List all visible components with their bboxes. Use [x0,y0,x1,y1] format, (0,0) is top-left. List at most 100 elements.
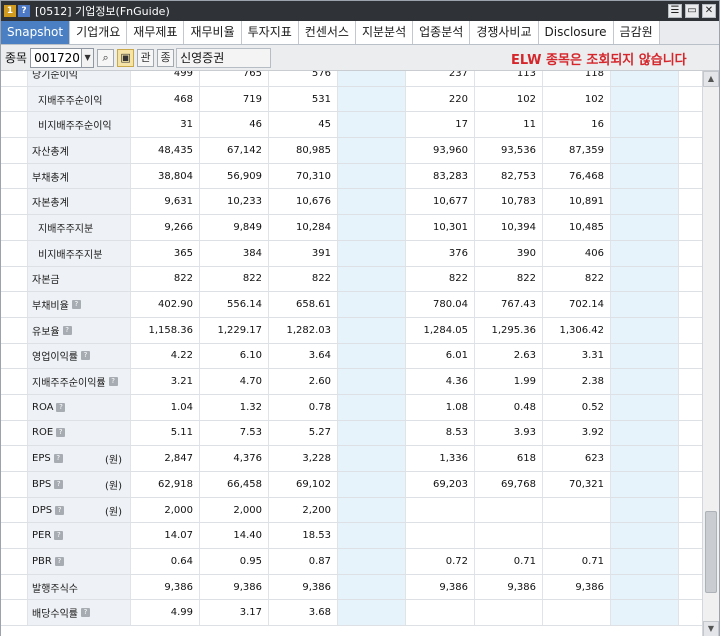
tab-3[interactable]: 재무비율 [184,21,242,44]
row-label-cell: DPS? (원) [28,497,131,523]
table-row: 영업이익률? 4.22 6.10 3.64 6.01 2.63 3.31 [1,343,702,370]
cell-value: 765 [242,71,262,79]
table-cell [406,523,475,549]
tab-5[interactable]: 컨센서스 [298,21,356,44]
table-cell [338,343,406,369]
scroll-down-icon[interactable]: ▼ [703,621,719,636]
table-cell: 4.99 [131,600,200,626]
table-cell: 102 [475,86,543,112]
table-cell [611,446,679,471]
cell-value: 66,458 [227,478,262,490]
info-icon[interactable]: ? [56,402,66,412]
cell-value: 1,284.05 [423,324,468,336]
row-label: 지배주주지분 [38,215,93,240]
table-cell [338,523,406,549]
tab-6[interactable]: 지분분석 [355,21,414,44]
table-cell: 0.71 [475,549,543,574]
table-cell: 80,985 [269,138,338,163]
table-row: 부채비율? 402.90 556.14 658.61 780.04 767.43 702.1… [1,292,702,318]
row-label: 부채비율? [32,292,81,317]
cell-value: 780.04 [433,299,468,311]
info-icon[interactable]: ? [54,479,64,489]
help-icon[interactable]: ? [18,5,30,17]
table-cell: 10,676 [269,189,338,215]
folder-icon[interactable]: ▣ [117,48,135,67]
info-icon[interactable]: ? [54,556,64,566]
tab-2[interactable]: 재무제표 [127,21,185,44]
chevron-down-icon[interactable]: ▼ [82,47,95,68]
tab-10[interactable]: 금감원 [613,21,660,44]
vertical-scrollbar[interactable]: ▲ ▼ [702,71,719,636]
row-label: ROA? [32,395,66,420]
row-gutter [1,86,28,112]
scroll-up-icon[interactable]: ▲ [703,71,719,87]
table-cell: 1,284.05 [406,317,475,343]
info-icon[interactable]: ? [108,377,118,387]
cell-value: 10,783 [501,196,536,208]
table-cell: 1.99 [475,369,543,394]
table-cell [543,523,611,549]
table-cell [475,523,543,549]
row-label-cell: 지배주주순이익률? [28,369,131,394]
table-cell [611,71,679,86]
info-icon[interactable]: ? [81,351,90,361]
cell-value: 18.53 [302,530,331,542]
tab-9[interactable]: Disclosure [538,21,614,44]
cell-value: 390 [516,247,536,259]
cell-value [611,71,678,86]
cell-value [611,498,678,523]
scroll-thumb[interactable] [705,511,717,593]
row-gutter [1,420,28,446]
row-gutter [1,215,28,240]
cell-value [611,549,678,574]
table-cell [338,369,406,394]
table-cell: 822 [543,266,611,292]
tab-7[interactable]: 업종분석 [413,21,471,44]
cell-value: 822 [242,273,262,285]
table-cell: 1,158.36 [131,317,200,343]
stock-type-button[interactable]: 종 [157,48,175,67]
info-icon[interactable]: ? [71,300,81,310]
table-cell: 384 [200,240,269,266]
table-cell: 702.14 [543,292,611,317]
table-cell: 62,918 [131,472,200,497]
table-cell: 10,233 [200,189,269,215]
cell-value: 468 [173,93,193,105]
table-cell [338,394,406,420]
cell-value [611,318,678,343]
tab-4[interactable]: 투자지표 [241,21,299,44]
tab-0[interactable]: Snapshot [1,21,71,44]
cell-value: 5.27 [308,427,331,439]
menu-button[interactable]: ☰ [668,4,682,18]
row-label-cell: 유보율? [28,317,131,343]
close-button[interactable]: ✕ [702,4,716,18]
table-cell [338,472,406,497]
info-icon[interactable]: ? [62,325,72,335]
info-icon[interactable]: ? [81,608,90,618]
info-icon[interactable]: ? [56,428,66,438]
table-cell: 69,203 [406,472,475,497]
table-cell [338,446,406,471]
search-icon[interactable]: ⌕ [97,48,115,67]
table-cell: 6.01 [406,343,475,369]
table-cell [338,189,406,215]
info-icon[interactable]: ? [55,505,65,515]
tab-8[interactable]: 경쟁사비교 [470,21,539,44]
cell-value: 7.53 [239,427,262,439]
row-label-text: BPS [32,478,52,490]
row-label-text: PBR [32,555,52,567]
table-cell: 9,386 [475,574,543,600]
table-cell: 556.14 [200,292,269,317]
info-icon[interactable]: ? [53,454,63,464]
watchlist-button[interactable]: 관 [137,48,155,67]
maximize-button[interactable]: ▭ [685,4,699,18]
table-cell: 18.53 [269,523,338,549]
cell-value [338,292,405,317]
cell-value [338,318,405,343]
tab-1[interactable]: 기업개요 [70,21,128,44]
table-cell: 822 [131,266,200,292]
cell-value: 9,386 [575,581,604,593]
info-icon[interactable]: ? [54,531,64,541]
cell-value: 10,891 [569,196,604,208]
stock-code-input[interactable]: 001720 [30,47,83,68]
